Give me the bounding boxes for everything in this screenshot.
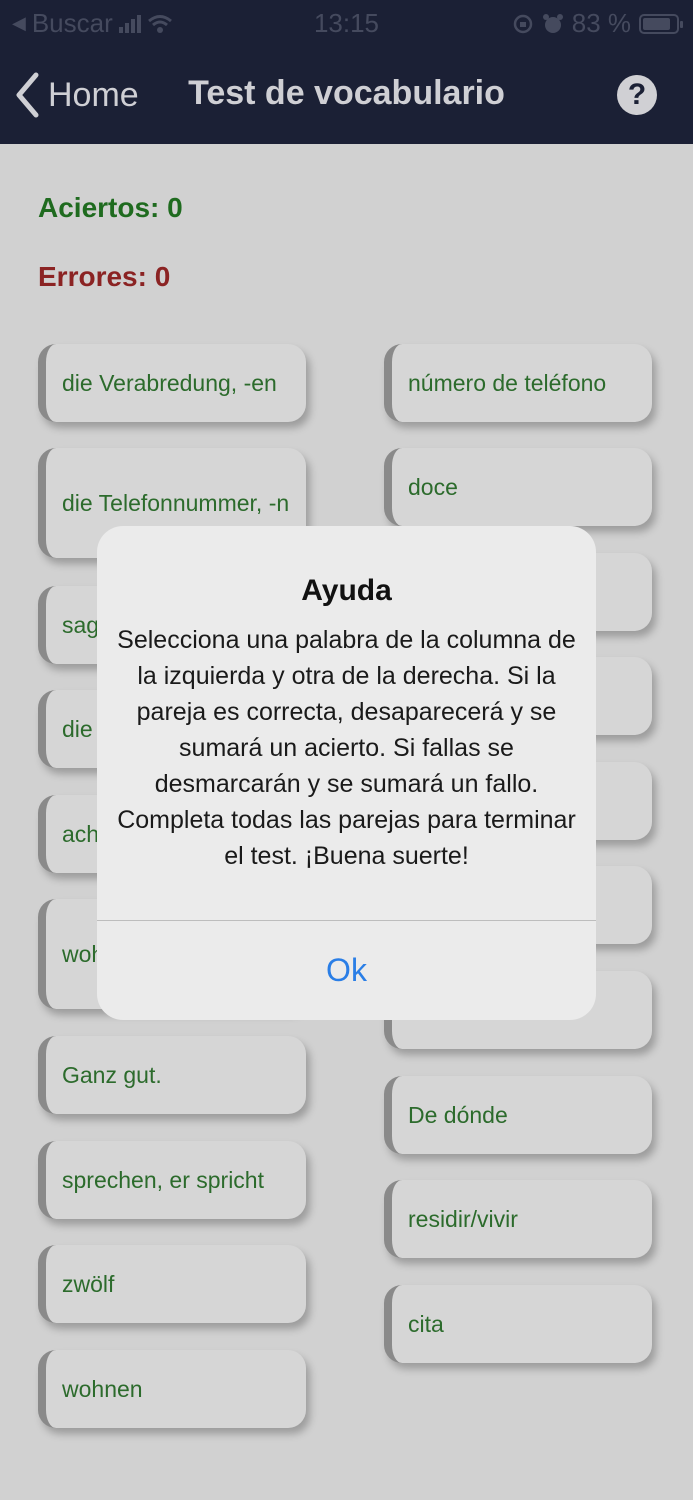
card-label: die Telefonnummer, -n [62,490,290,516]
card-label: cita [408,1311,444,1337]
card-label: residir/vivir [408,1206,518,1232]
ok-button[interactable]: Ok [97,921,596,1020]
status-right: 83 % [512,8,683,39]
battery-icon [639,13,683,34]
orientation-lock-icon [513,14,532,33]
left-word-card[interactable]: die Verabredung, -en [38,344,306,422]
left-word-card[interactable]: Ganz gut. [38,1036,306,1114]
card-label: zwölf [62,1271,115,1297]
right-word-card[interactable]: De dónde [384,1076,652,1154]
left-word-card[interactable]: zwölf [38,1245,306,1323]
alert-title: Ayuda [301,574,392,607]
card-label: wohnen [62,1376,143,1402]
card-label: sprechen, er spricht [62,1167,264,1193]
left-word-card[interactable]: wohnen [38,1350,306,1428]
right-word-card[interactable]: cita [384,1285,652,1363]
card-label: die [62,716,93,742]
card-label: De dónde [408,1102,508,1128]
card-label: doce [408,474,458,500]
help-icon[interactable]: ? [617,75,657,115]
hits-counter: Aciertos: 0 [38,192,183,223]
alert-message: Selecciona una palabra de la columna de … [117,626,576,870]
card-label: Ganz gut. [62,1062,162,1088]
page-title: Test de vocabulario [188,74,505,112]
alarm-icon [542,13,563,33]
right-word-card[interactable]: número de teléfono [384,344,652,422]
errors-counter: Errores: 0 [38,261,171,292]
battery-percentage: 83 % [571,8,631,38]
left-word-card[interactable]: sprechen, er spricht [38,1141,306,1219]
right-word-card[interactable]: doce [384,448,652,526]
right-word-card[interactable]: residir/vivir [384,1180,652,1258]
card-label: número de teléfono [408,370,607,396]
help-alert-dialog: Ayuda Selecciona una palabra de la colum… [97,526,596,1020]
navigation-bar: Home Test de vocabulario ? [0,46,693,144]
card-label: die Verabredung, -en [62,370,277,396]
status-bar: ◀ Buscar 13:15 83 % [0,0,693,46]
